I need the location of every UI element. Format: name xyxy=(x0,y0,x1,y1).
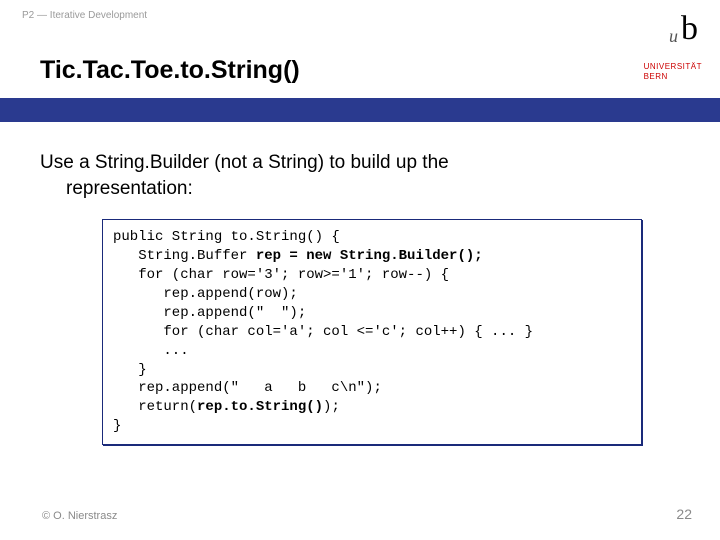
university-name: UNIVERSITÄT BERN xyxy=(644,62,702,83)
slide-body: Use a String.Builder (not a String) to b… xyxy=(40,150,680,445)
accent-strip xyxy=(0,98,720,122)
code-l1: public String to.String() { xyxy=(113,229,340,245)
code-l2a: String.Buffer xyxy=(113,248,256,264)
code-l10c: ); xyxy=(323,399,340,415)
course-label: P2 — Iterative Development xyxy=(22,10,147,21)
logo-b-letter: b xyxy=(681,10,698,48)
code-l3: for (char row='3'; row>='1'; row--) { xyxy=(113,267,449,283)
logo-u-letter: u xyxy=(669,26,678,47)
copyright: © O. Nierstrasz xyxy=(42,510,117,522)
lead-paragraph: Use a String.Builder (not a String) to b… xyxy=(40,150,680,201)
university-logo: u b xyxy=(612,12,702,52)
code-l2b: rep = new String.Builder(); xyxy=(256,248,483,264)
university-line2: BERN xyxy=(644,72,668,81)
slide-title: Tic.Tac.Toe.to.String() xyxy=(40,56,300,85)
code-l11: } xyxy=(113,418,121,434)
code-box: public String to.String() { String.Buffe… xyxy=(102,219,642,445)
code-l10b: rep.to.String() xyxy=(197,399,323,415)
lead-line1: Use a String.Builder (not a String) to b… xyxy=(40,152,449,173)
code-listing: public String to.String() { String.Buffe… xyxy=(113,228,631,436)
code-l5: rep.append(" "); xyxy=(113,305,306,321)
university-line1: UNIVERSITÄT xyxy=(644,62,702,71)
logo-mark: u b xyxy=(612,12,702,52)
code-l9: rep.append(" a b c\n"); xyxy=(113,380,382,396)
code-l6: for (char col='a'; col <='c'; col++) { .… xyxy=(113,324,533,340)
code-l7: ... xyxy=(113,343,189,359)
code-l4: rep.append(row); xyxy=(113,286,298,302)
title-bar: Tic.Tac.Toe.to.String() xyxy=(0,42,555,98)
code-l10a: return( xyxy=(113,399,197,415)
code-l8: } xyxy=(113,362,147,378)
page-number: 22 xyxy=(676,506,692,522)
lead-line2: representation: xyxy=(40,176,680,202)
